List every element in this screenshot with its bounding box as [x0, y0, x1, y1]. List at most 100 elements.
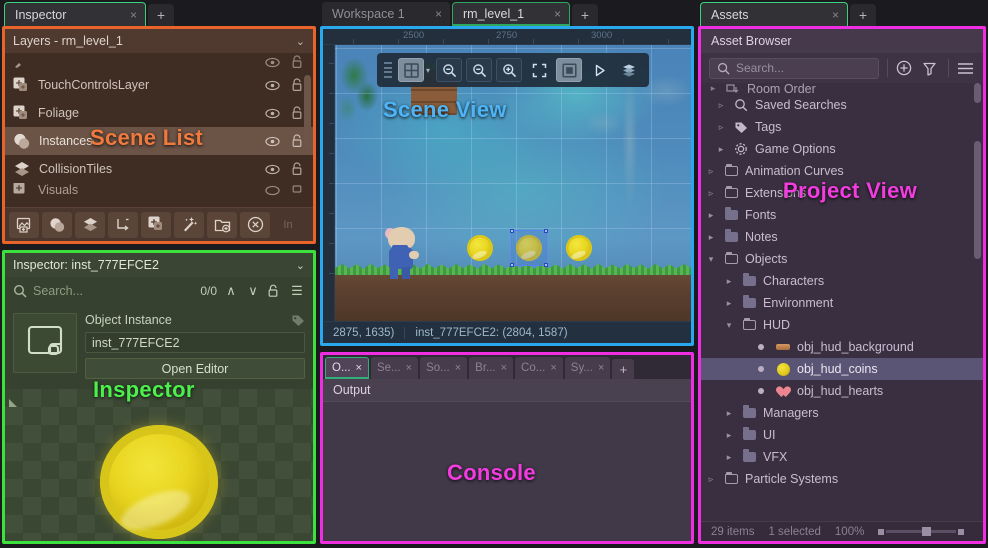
zoom-in-button[interactable] [496, 58, 523, 82]
zoom-reset-button[interactable] [466, 58, 493, 82]
asset-tree-scrollbar[interactable] [974, 141, 981, 259]
folder-add-button[interactable] [207, 211, 237, 238]
chevron-down-icon[interactable]: ▾ [705, 254, 717, 265]
layer-row-partial-bottom[interactable]: Visuals [5, 183, 313, 197]
delete-layer-button[interactable] [240, 211, 270, 238]
chevron-right-icon[interactable]: ▸ [715, 144, 727, 155]
grid-toggle-button[interactable] [397, 58, 424, 82]
open-editor-button[interactable]: Open Editor [85, 358, 305, 379]
zoom-out-button[interactable] [436, 58, 463, 82]
menu-icon[interactable] [957, 62, 975, 75]
add-tab-button[interactable]: + [572, 4, 598, 26]
console-tab-search[interactable]: Se... × [370, 357, 419, 379]
tree-item-fonts[interactable]: ▸ Fonts [701, 204, 983, 226]
search-input[interactable]: Search... [33, 284, 194, 298]
console-tab-syntax[interactable]: Sy... × [564, 357, 611, 379]
tree-item-saved-searches[interactable]: ▹ Saved Searches [701, 94, 983, 116]
room-bounds-button[interactable] [556, 58, 583, 82]
eye-icon[interactable] [265, 57, 283, 68]
layers-stack-icon[interactable] [616, 58, 642, 82]
chevron-right-icon[interactable]: ▹ [705, 188, 717, 199]
resize-handle[interactable] [9, 397, 20, 408]
horizontal-ruler[interactable]: 2500 2750 3000 [323, 29, 691, 45]
run-button[interactable] [586, 58, 612, 82]
tab-inspector[interactable]: Inspector × [4, 2, 146, 26]
layer-row-partial[interactable] [5, 53, 313, 71]
layers-panel-header[interactable]: Layers - rm_level_1 ⌄ [5, 29, 313, 53]
background-layer-button[interactable] [9, 211, 39, 238]
tab-workspace-1[interactable]: Workspace 1 × [322, 2, 450, 26]
menu-icon[interactable]: ☰ [289, 283, 305, 299]
close-icon[interactable]: × [550, 362, 556, 374]
close-icon[interactable]: × [832, 8, 839, 22]
tab-assets[interactable]: Assets × [700, 2, 848, 26]
chevron-right-icon[interactable]: ▹ [715, 100, 727, 111]
zoom-slider[interactable] [878, 527, 965, 537]
lock-icon[interactable] [291, 183, 309, 197]
instance-layer-button[interactable] [42, 211, 72, 238]
tree-item-environment[interactable]: ▸ Environment [701, 292, 983, 314]
tab-rm-level-1[interactable]: rm_level_1 × [452, 2, 570, 26]
tree-item-hud[interactable]: ▾ HUD [701, 314, 983, 336]
tree-item-room-order[interactable]: ▸ Room Order [701, 83, 983, 94]
layer-row[interactable]: Foliage [5, 99, 313, 127]
close-icon[interactable]: × [435, 7, 442, 21]
layers-list[interactable]: TouchControlsLayer Foliage Instances Col… [5, 53, 313, 207]
tree-item-particle-systems[interactable]: ▹ Particle Systems [701, 468, 983, 490]
instance-name-field[interactable]: inst_777EFCE2 [85, 332, 305, 353]
vertical-ruler[interactable] [323, 45, 335, 321]
chevron-down-icon[interactable]: ▾ [723, 320, 735, 331]
console-tab-output[interactable]: O... × [325, 357, 369, 379]
fit-to-view-button[interactable] [526, 58, 552, 82]
chevron-right-icon[interactable]: ▹ [715, 122, 727, 133]
chevron-down-icon[interactable]: ▾ [426, 66, 430, 75]
eye-icon[interactable] [265, 185, 283, 196]
tree-item-extensions[interactable]: ▹ Extensions [701, 182, 983, 204]
inspector-header[interactable]: Inspector: inst_777EFCE2 ⌄ [5, 253, 313, 277]
effect-layer-button[interactable] [174, 211, 204, 238]
chevron-down-icon[interactable]: ∨ [245, 283, 261, 299]
tree-item-characters[interactable]: ▸ Characters [701, 270, 983, 292]
chevron-right-icon[interactable]: ▸ [705, 210, 717, 221]
tree-item-vfx[interactable]: ▸ VFX [701, 446, 983, 468]
eye-icon[interactable] [265, 108, 283, 119]
asset-layer-button[interactable] [141, 211, 171, 238]
chevron-right-icon[interactable]: ▸ [723, 430, 735, 441]
chevron-right-icon[interactable]: ▸ [723, 408, 735, 419]
tree-item-obj-hud-hearts[interactable]: \u00a0 obj_hud_hearts [701, 380, 983, 402]
add-tab-button[interactable]: + [148, 4, 174, 26]
tree-item-obj-hud-coins[interactable]: \u00a0 obj_hud_coins [701, 358, 983, 380]
layer-row-instances[interactable]: Instances [5, 127, 313, 155]
close-icon[interactable]: × [130, 8, 137, 22]
tree-item-game-options[interactable]: ▸ Game Options [701, 138, 983, 160]
chevron-right-icon[interactable]: ▸ [723, 452, 735, 463]
lock-icon[interactable] [291, 162, 309, 176]
tree-item-managers[interactable]: ▸ Managers [701, 402, 983, 424]
eye-icon[interactable] [265, 164, 283, 175]
tree-item-tags[interactable]: ▹ Tags [701, 116, 983, 138]
asset-tree-scrollbar-top[interactable] [974, 83, 981, 103]
tag-icon[interactable] [291, 314, 305, 327]
console-tab-source[interactable]: So... × [420, 357, 468, 379]
chevron-right-icon[interactable]: ▸ [723, 298, 735, 309]
close-icon[interactable]: × [356, 362, 362, 374]
tree-item-animation-curves[interactable]: ▹ Animation Curves [701, 160, 983, 182]
console-tab-breakpoints[interactable]: Br... × [469, 357, 514, 379]
selection-box[interactable] [510, 229, 548, 267]
chevron-down-icon[interactable]: ⌄ [296, 35, 305, 48]
add-asset-icon[interactable] [896, 60, 914, 76]
inherit-button[interactable]: In [273, 212, 303, 238]
chevron-right-icon[interactable]: ▸ [723, 276, 735, 287]
close-icon[interactable]: × [406, 362, 412, 374]
lock-icon[interactable] [291, 55, 309, 69]
close-icon[interactable]: × [455, 362, 461, 374]
coin-instance[interactable] [566, 235, 592, 261]
console-tab-compile[interactable]: Co... × [515, 357, 563, 379]
asset-tree[interactable]: ▸ Room Order ▹ Saved Searches ▹ Tags ▸ G… [701, 83, 983, 521]
lock-icon[interactable] [267, 284, 283, 298]
console-output-body[interactable]: Console [323, 401, 691, 541]
tree-item-obj-hud-background[interactable]: \u00a0 obj_hud_background [701, 336, 983, 358]
asset-search-input[interactable]: Search... [709, 57, 879, 79]
tree-item-objects[interactable]: ▾ Objects [701, 248, 983, 270]
eye-icon[interactable] [265, 136, 283, 147]
